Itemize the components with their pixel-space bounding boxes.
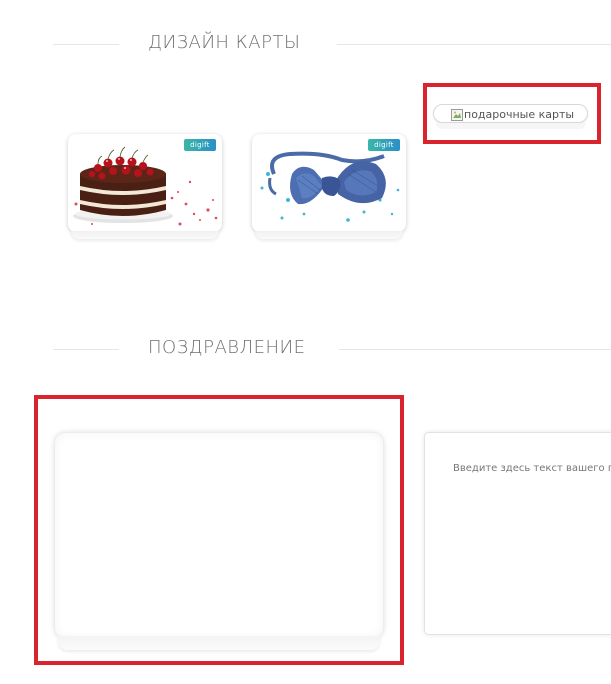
greeting-message-input[interactable] [424,432,611,635]
title-rule-left [53,44,119,45]
digift-logo: digift [368,139,400,151]
card-shadow [71,231,219,239]
section-title-design: ДИЗАЙН КАРТЫ [148,32,301,53]
section-title-greeting: ПОЗДРАВЛЕНИЕ [148,337,306,358]
card-design-bow-tie[interactable]: digift [252,134,406,232]
title-rule-right [337,44,611,45]
digift-logo: digift [184,139,216,151]
highlight-frame-broken-image [423,83,601,144]
highlight-frame-card-preview [34,395,404,665]
title-rule-right [339,349,611,350]
card-shadow [255,231,403,239]
card-design-cake[interactable]: digift [68,134,222,232]
title-rule-left [53,349,119,350]
